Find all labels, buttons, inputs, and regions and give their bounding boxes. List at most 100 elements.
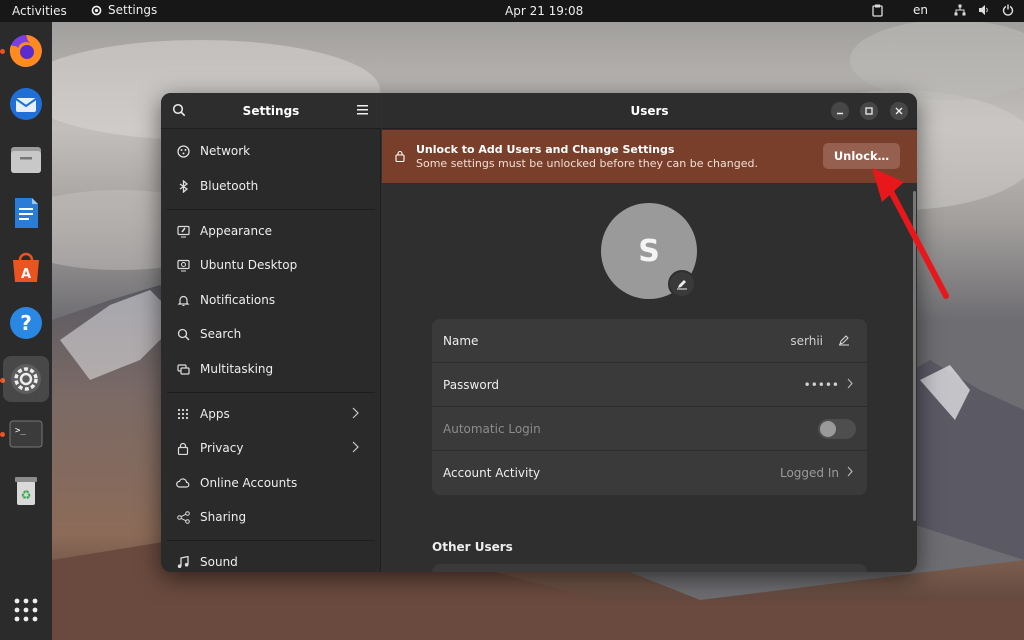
network-wired-icon — [954, 4, 966, 16]
other-users-card — [432, 564, 867, 572]
account-activity-row[interactable]: Account Activity Logged In — [432, 451, 867, 495]
ubuntu-desktop-icon — [176, 258, 190, 272]
sidebar-item-network[interactable]: Network — [173, 136, 373, 166]
sidebar: Settings Network Bluetooth Appearance Ub… — [161, 93, 381, 572]
search-icon — [176, 327, 190, 341]
automatic-login-switch[interactable] — [818, 419, 856, 439]
annotation-arrow — [872, 168, 949, 299]
sidebar-item-label: Network — [200, 144, 251, 158]
automatic-login-row: Automatic Login — [432, 407, 867, 451]
sidebar-separator — [167, 209, 375, 210]
chevron-right-icon — [847, 378, 853, 389]
sidebar-item-label: Apps — [200, 407, 230, 421]
libreoffice-writer-icon[interactable] — [6, 193, 46, 233]
sidebar-item-ubuntu-desktop[interactable]: Ubuntu Desktop — [173, 250, 373, 280]
chevron-right-icon — [352, 407, 359, 419]
name-value: serhii — [790, 334, 823, 348]
minimize-button[interactable] — [831, 102, 849, 120]
sidebar-item-privacy[interactable]: Privacy — [173, 433, 373, 463]
minimize-icon — [837, 112, 843, 115]
user-details-card: Name serhii Password ••••• Automatic Log… — [432, 319, 867, 495]
app-menu[interactable]: Settings — [90, 3, 157, 17]
automatic-login-label: Automatic Login — [443, 422, 541, 436]
sidebar-item-label: Multitasking — [200, 362, 274, 376]
bell-icon — [176, 293, 190, 307]
sidebar-title: Settings — [242, 104, 300, 118]
unlock-infobar: Unlock to Add Users and Change Settings … — [382, 130, 917, 183]
sidebar-header: Settings — [161, 93, 381, 129]
settings-icon[interactable] — [3, 356, 49, 402]
activities-button[interactable]: Activities — [12, 4, 67, 18]
multitasking-icon — [176, 362, 190, 376]
sidebar-item-apps[interactable]: Apps — [173, 399, 373, 429]
settings-window: Settings Network Bluetooth Appearance Ub… — [161, 93, 917, 572]
users-panel: Users Unlock to Add Users and Change Set… — [382, 93, 917, 572]
name-label: Name — [443, 334, 479, 348]
chevron-right-icon — [352, 441, 359, 453]
pencil-icon[interactable] — [838, 334, 850, 346]
svg-text:?: ? — [20, 311, 32, 335]
password-row[interactable]: Password ••••• — [432, 363, 867, 407]
sidebar-item-bluetooth[interactable]: Bluetooth — [173, 171, 373, 201]
switch-knob — [820, 421, 836, 437]
app-menu-label: Settings — [108, 3, 158, 17]
sidebar-item-label: Appearance — [200, 224, 273, 238]
close-icon — [895, 107, 903, 115]
sidebar-separator — [167, 540, 375, 541]
account-activity-value: Logged In — [779, 466, 839, 480]
svg-text:>_: >_ — [15, 426, 26, 436]
svg-text:A: A — [21, 267, 31, 282]
sidebar-item-appearance[interactable]: Appearance — [173, 216, 373, 246]
system-tray[interactable]: en — [872, 3, 1014, 17]
clock[interactable]: Apr 21 19:08 — [505, 4, 583, 18]
share-icon — [176, 510, 190, 524]
sidebar-item-sound[interactable]: Sound — [173, 547, 373, 572]
infobar-heading: Unlock to Add Users and Change Settings — [416, 143, 675, 156]
clipboard-icon[interactable] — [872, 4, 883, 17]
other-users-heading: Other Users — [432, 540, 513, 554]
header-bar: Users — [382, 93, 917, 129]
cloud-icon — [176, 476, 190, 490]
sidebar-item-multitasking[interactable]: Multitasking — [173, 354, 373, 384]
gear-icon — [91, 5, 102, 15]
sidebar-item-label: Notifications — [200, 293, 276, 307]
music-note-icon — [176, 555, 190, 569]
firefox-icon[interactable] — [6, 31, 46, 71]
maximize-button[interactable] — [860, 102, 878, 120]
infobar-subtext: Some settings must be unlocked before th… — [416, 157, 758, 170]
name-row[interactable]: Name serhii — [432, 319, 867, 363]
ubuntu-software-icon[interactable]: A — [6, 248, 46, 288]
thunderbird-icon[interactable] — [6, 84, 46, 124]
sidebar-item-online-accounts[interactable]: Online Accounts — [173, 468, 373, 498]
hamburger-menu-icon[interactable] — [357, 104, 368, 115]
files-icon[interactable] — [6, 139, 46, 179]
bluetooth-icon — [176, 179, 190, 193]
chevron-right-icon — [847, 466, 853, 477]
sidebar-item-label: Online Accounts — [200, 476, 298, 490]
pencil-icon — [677, 280, 687, 290]
trash-icon[interactable]: ♻ — [6, 470, 46, 510]
network-icon — [176, 144, 190, 158]
sidebar-item-label: Search — [200, 327, 242, 341]
lock-icon — [176, 441, 190, 455]
terminal-icon[interactable]: >_ — [6, 414, 46, 454]
close-button[interactable] — [890, 102, 908, 120]
sidebar-separator — [167, 392, 375, 393]
volume-icon — [979, 5, 988, 15]
password-label: Password — [443, 378, 500, 392]
svg-text:♻: ♻ — [21, 488, 32, 502]
sidebar-item-search[interactable]: Search — [173, 319, 373, 349]
edit-avatar-button[interactable] — [668, 270, 696, 298]
running-indicator — [0, 432, 5, 437]
password-value: ••••• — [803, 378, 839, 392]
running-indicator — [0, 49, 5, 54]
keyboard-layout-indicator[interactable]: en — [913, 3, 928, 17]
dock: A ? >_ ♻ — [0, 22, 52, 640]
sidebar-item-notifications[interactable]: Notifications — [173, 285, 373, 315]
help-icon[interactable]: ? — [6, 303, 46, 343]
sidebar-item-label: Bluetooth — [200, 179, 259, 193]
show-apps-icon[interactable] — [6, 590, 46, 630]
sidebar-item-label: Sharing — [200, 510, 247, 524]
sidebar-item-label: Privacy — [200, 441, 244, 455]
sidebar-item-sharing[interactable]: Sharing — [173, 502, 373, 532]
